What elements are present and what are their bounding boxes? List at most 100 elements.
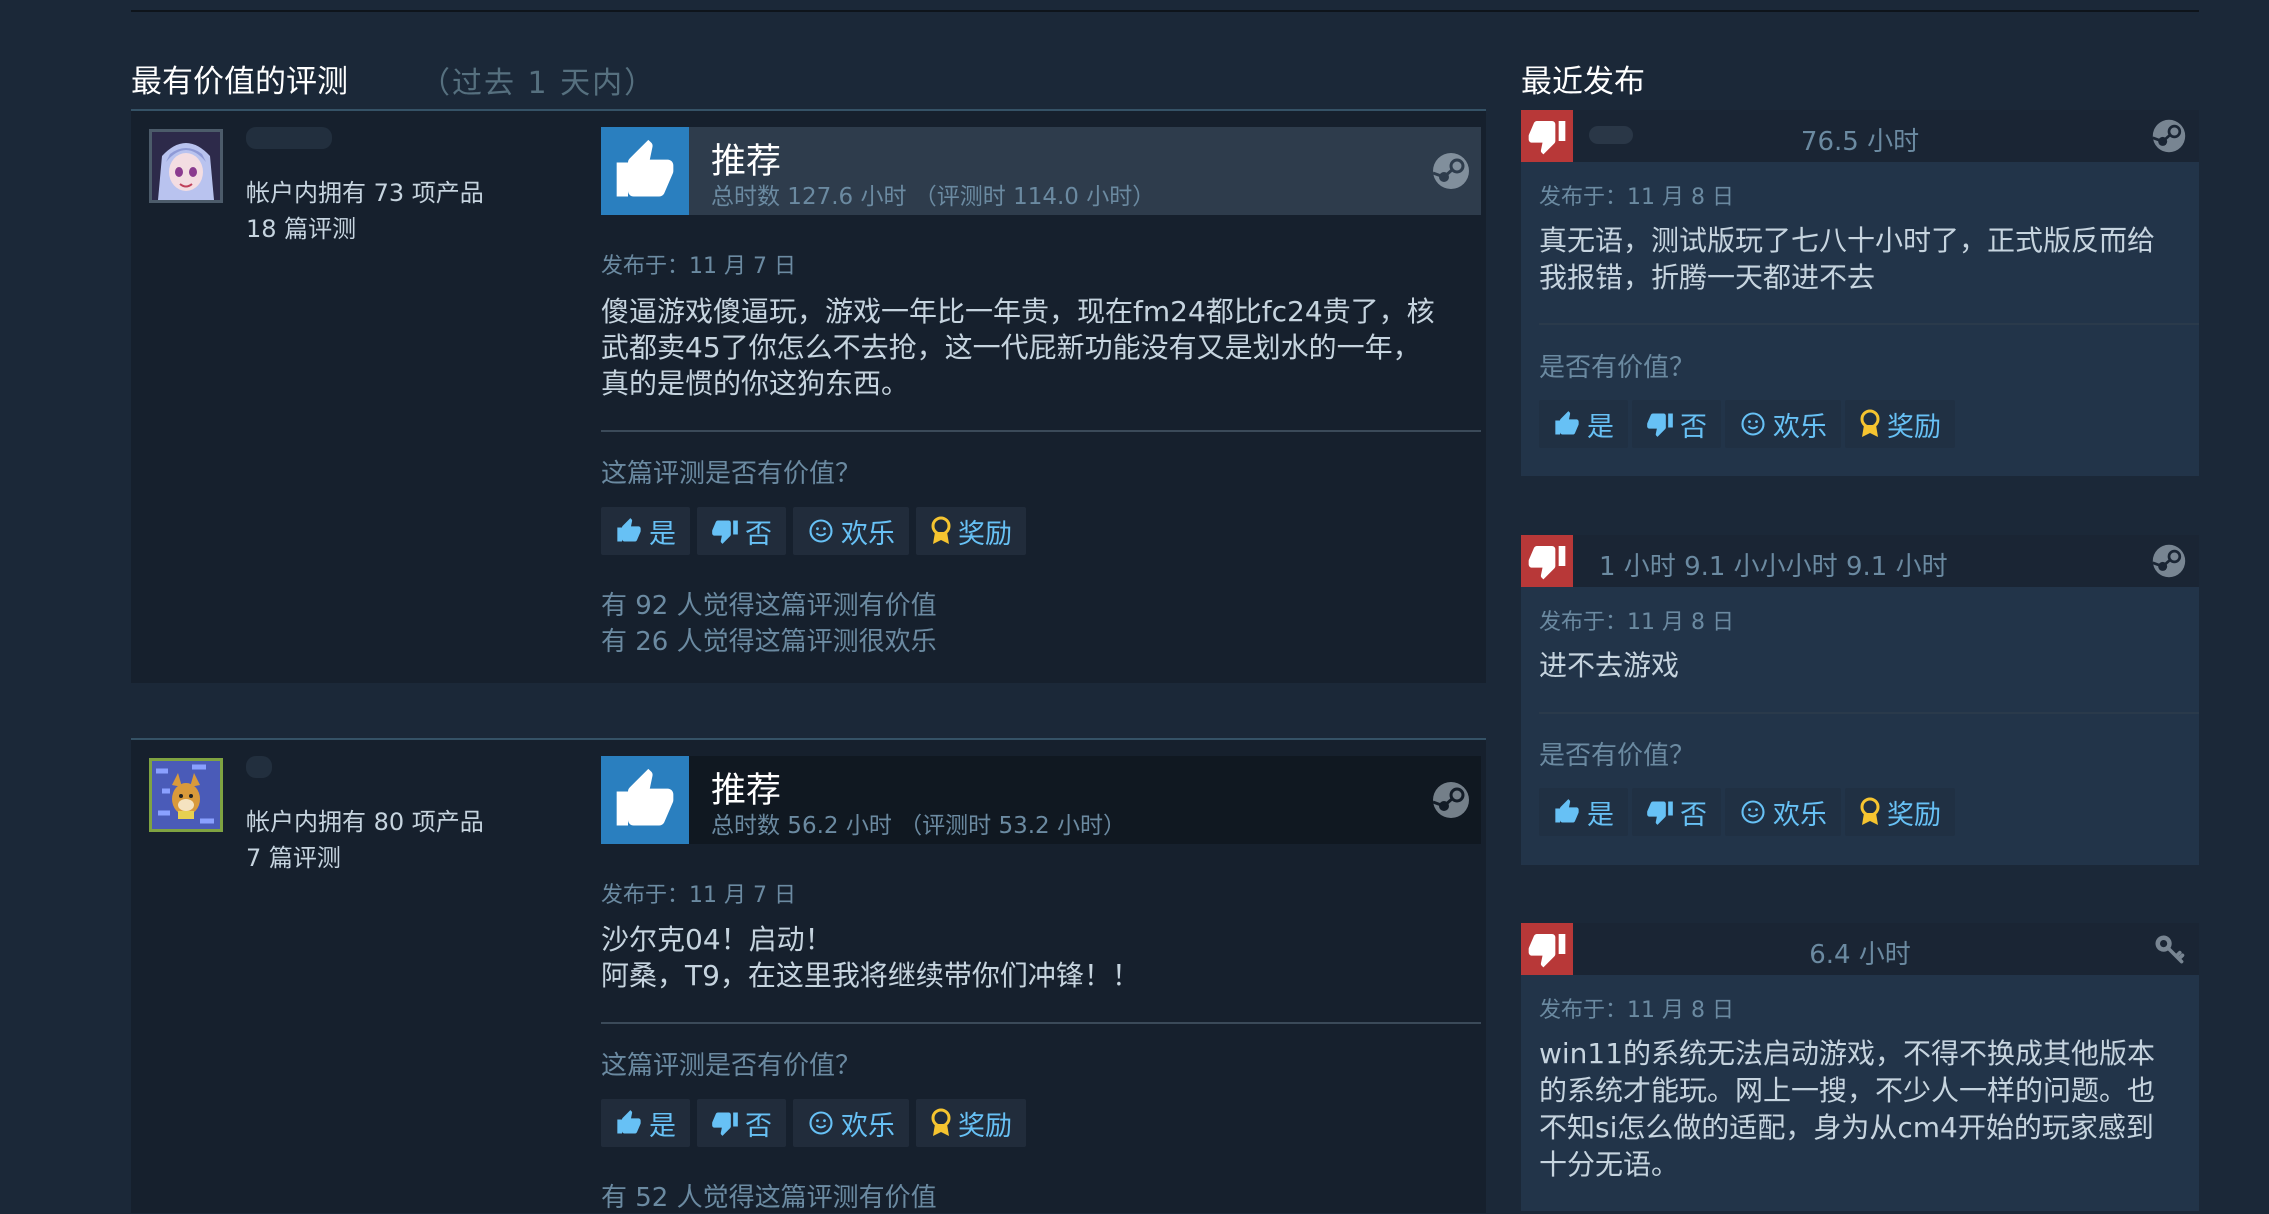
playtime: 76.5 小时	[1800, 127, 1920, 157]
award-icon	[930, 1108, 952, 1138]
award-button[interactable]: 奖励	[1845, 788, 1955, 836]
review-text: 傻逼游戏傻逼玩，游戏一年比一年贵，现在fm24都比fc24贵了，核 武都卖45了…	[601, 295, 1435, 400]
vote-no-button[interactable]: 否	[697, 507, 786, 555]
divider	[601, 1022, 1481, 1024]
divider	[1539, 712, 2199, 714]
steam-logo-icon	[1431, 151, 1471, 195]
vote-no-button[interactable]: 否	[697, 1099, 786, 1147]
vote-buttons: 是 否 欢乐 奖励	[1539, 400, 1955, 448]
thumbs-up-icon	[615, 1109, 643, 1137]
thumbs-down-icon	[1646, 410, 1674, 438]
review-count[interactable]: 7 篇评测	[246, 838, 341, 873]
recent-review-header[interactable]: 6.4 小时	[1521, 923, 2199, 975]
vote-yes-button[interactable]: 是	[601, 507, 690, 555]
helpful-question: 这篇评测是否有价值？	[601, 459, 862, 489]
owned-products[interactable]: 帐户内拥有 73 项产品	[246, 173, 484, 208]
smiley-icon	[1739, 798, 1767, 826]
vote-header[interactable]: 推荐 总时数 127.6 小时 （评测时 114.0 小时）	[601, 127, 1481, 215]
helpful-question: 是否有价值？	[1539, 741, 1696, 771]
vote-yes-button[interactable]: 是	[1539, 788, 1628, 836]
award-button[interactable]: 奖励	[916, 1099, 1026, 1147]
recent-review-header[interactable]: 76.5 小时	[1521, 110, 2199, 162]
vote-no-button[interactable]: 否	[1632, 788, 1721, 836]
posted-date: 发布于：11 月 8 日	[1539, 610, 1734, 635]
review-text: win11的系统无法启动游戏，不得不换成其他版本 的系统才能玩。网上一搜，不少人…	[1539, 1037, 2156, 1181]
playtime: 总时数 56.2 小时 （评测时 53.2 小时）	[711, 813, 1126, 839]
review-text: 真无语，测试版玩了七八十小时了，正式版反而给 我报错，折腾一天都进不去	[1539, 224, 2156, 294]
posted-date: 发布于：11 月 8 日	[1539, 998, 1734, 1023]
vote-no-button[interactable]: 否	[1632, 400, 1721, 448]
recent-review-header[interactable]: 1 小时 9.1 小小小时 9.1 小时	[1521, 535, 2199, 587]
vote-funny-label: 欢乐	[1773, 799, 1827, 831]
thumbs-up-icon	[1553, 410, 1581, 438]
vote-funny-label: 欢乐	[841, 1110, 895, 1142]
playtime: 总时数 127.6 小时 （评测时 114.0 小时）	[711, 184, 1156, 210]
thumbs-up-icon	[615, 517, 643, 545]
review-text: 进不去游戏	[1539, 649, 1680, 682]
recent-title: 最近发布	[1521, 64, 1645, 100]
steam-logo-icon	[2151, 543, 2187, 583]
vote-no-label: 否	[1680, 411, 1707, 443]
funny-count: 有 26 人觉得这篇评测很欢乐	[601, 627, 937, 657]
review-text: 沙尔克04！启动！ 阿桑，T9，在这里我将继续带你们冲锋！！	[601, 923, 1140, 992]
divider	[601, 430, 1481, 432]
vote-yes-button[interactable]: 是	[1539, 400, 1628, 448]
award-label: 奖励	[958, 1110, 1012, 1142]
posted-date: 发布于：11 月 7 日	[601, 254, 796, 279]
thumbs-down-icon	[1646, 798, 1674, 826]
vote-buttons: 是 否 欢乐 奖励	[1539, 788, 1955, 836]
vote-buttons: 是 否 欢乐 奖励	[601, 507, 1026, 555]
smiley-icon	[1739, 410, 1767, 438]
steam-logo-icon	[2151, 118, 2187, 158]
thumbs-down-icon	[1521, 535, 1573, 587]
user-name-blurred[interactable]	[246, 756, 272, 778]
review-count[interactable]: 18 篇评测	[246, 209, 356, 244]
vote-funny-button[interactable]: 欢乐	[1725, 788, 1841, 836]
award-label: 奖励	[1887, 411, 1941, 443]
award-label: 奖励	[1887, 799, 1941, 831]
recent-review-card: 1 小时 9.1 小小小时 9.1 小时 发布于：11 月 8 日 进不去游戏 …	[1521, 535, 2199, 865]
award-icon	[1859, 409, 1881, 439]
smiley-icon	[807, 1109, 835, 1137]
award-label: 奖励	[958, 518, 1012, 550]
vote-yes-label: 是	[649, 1110, 676, 1142]
vote-yes-button[interactable]: 是	[601, 1099, 690, 1147]
vote-funny-button[interactable]: 欢乐	[793, 507, 909, 555]
helpful-count: 有 92 人觉得这篇评测有价值	[601, 591, 937, 621]
thumbs-up-icon	[1553, 798, 1581, 826]
section-title: 最有价值的评测	[131, 64, 348, 100]
award-icon	[1859, 797, 1881, 827]
steam-logo-icon	[1431, 780, 1471, 824]
vote-no-label: 否	[745, 518, 772, 550]
owned-products[interactable]: 帐户内拥有 80 项产品	[246, 802, 484, 837]
recent-review-card: 76.5 小时 发布于：11 月 8 日 真无语，测试版玩了七八十小时了，正式版…	[1521, 110, 2199, 476]
user-avatar[interactable]	[149, 129, 223, 203]
top-divider	[131, 10, 2199, 12]
vote-yes-label: 是	[1587, 411, 1614, 443]
thumbs-up-icon	[601, 127, 689, 215]
posted-date: 发布于：11 月 7 日	[601, 883, 796, 908]
review-card: 帐户内拥有 80 项产品 7 篇评测 推荐 总时数 56.2 小时 （评测时 5…	[131, 738, 1486, 1213]
vote-buttons: 是 否 欢乐 奖励	[601, 1099, 1026, 1147]
vote-header[interactable]: 推荐 总时数 56.2 小时 （评测时 53.2 小时）	[601, 756, 1481, 844]
thumbs-down-icon	[711, 517, 739, 545]
vote-funny-button[interactable]: 欢乐	[793, 1099, 909, 1147]
helpful-question: 这篇评测是否有价值？	[601, 1051, 862, 1081]
playtime: 6.4 小时	[1809, 940, 1911, 970]
award-icon	[930, 516, 952, 546]
vote-funny-button[interactable]: 欢乐	[1725, 400, 1841, 448]
playtime: 1 小时 9.1 小小小时 9.1 小时	[1599, 552, 1948, 582]
vote-no-label: 否	[1680, 799, 1707, 831]
vote-no-label: 否	[745, 1110, 772, 1142]
helpful-question: 是否有价值？	[1539, 353, 1696, 383]
user-avatar[interactable]	[149, 758, 223, 832]
recent-review-card: 6.4 小时 发布于：11 月 8 日 win11的系统无法启动游戏，不得不换成…	[1521, 923, 2199, 1211]
posted-date: 发布于：11 月 8 日	[1539, 185, 1734, 210]
key-icon	[2151, 931, 2187, 971]
user-name-blurred[interactable]	[246, 127, 332, 149]
divider	[1539, 323, 2199, 325]
award-button[interactable]: 奖励	[916, 507, 1026, 555]
vote-funny-label: 欢乐	[1773, 411, 1827, 443]
award-button[interactable]: 奖励	[1845, 400, 1955, 448]
vote-yes-label: 是	[1587, 799, 1614, 831]
